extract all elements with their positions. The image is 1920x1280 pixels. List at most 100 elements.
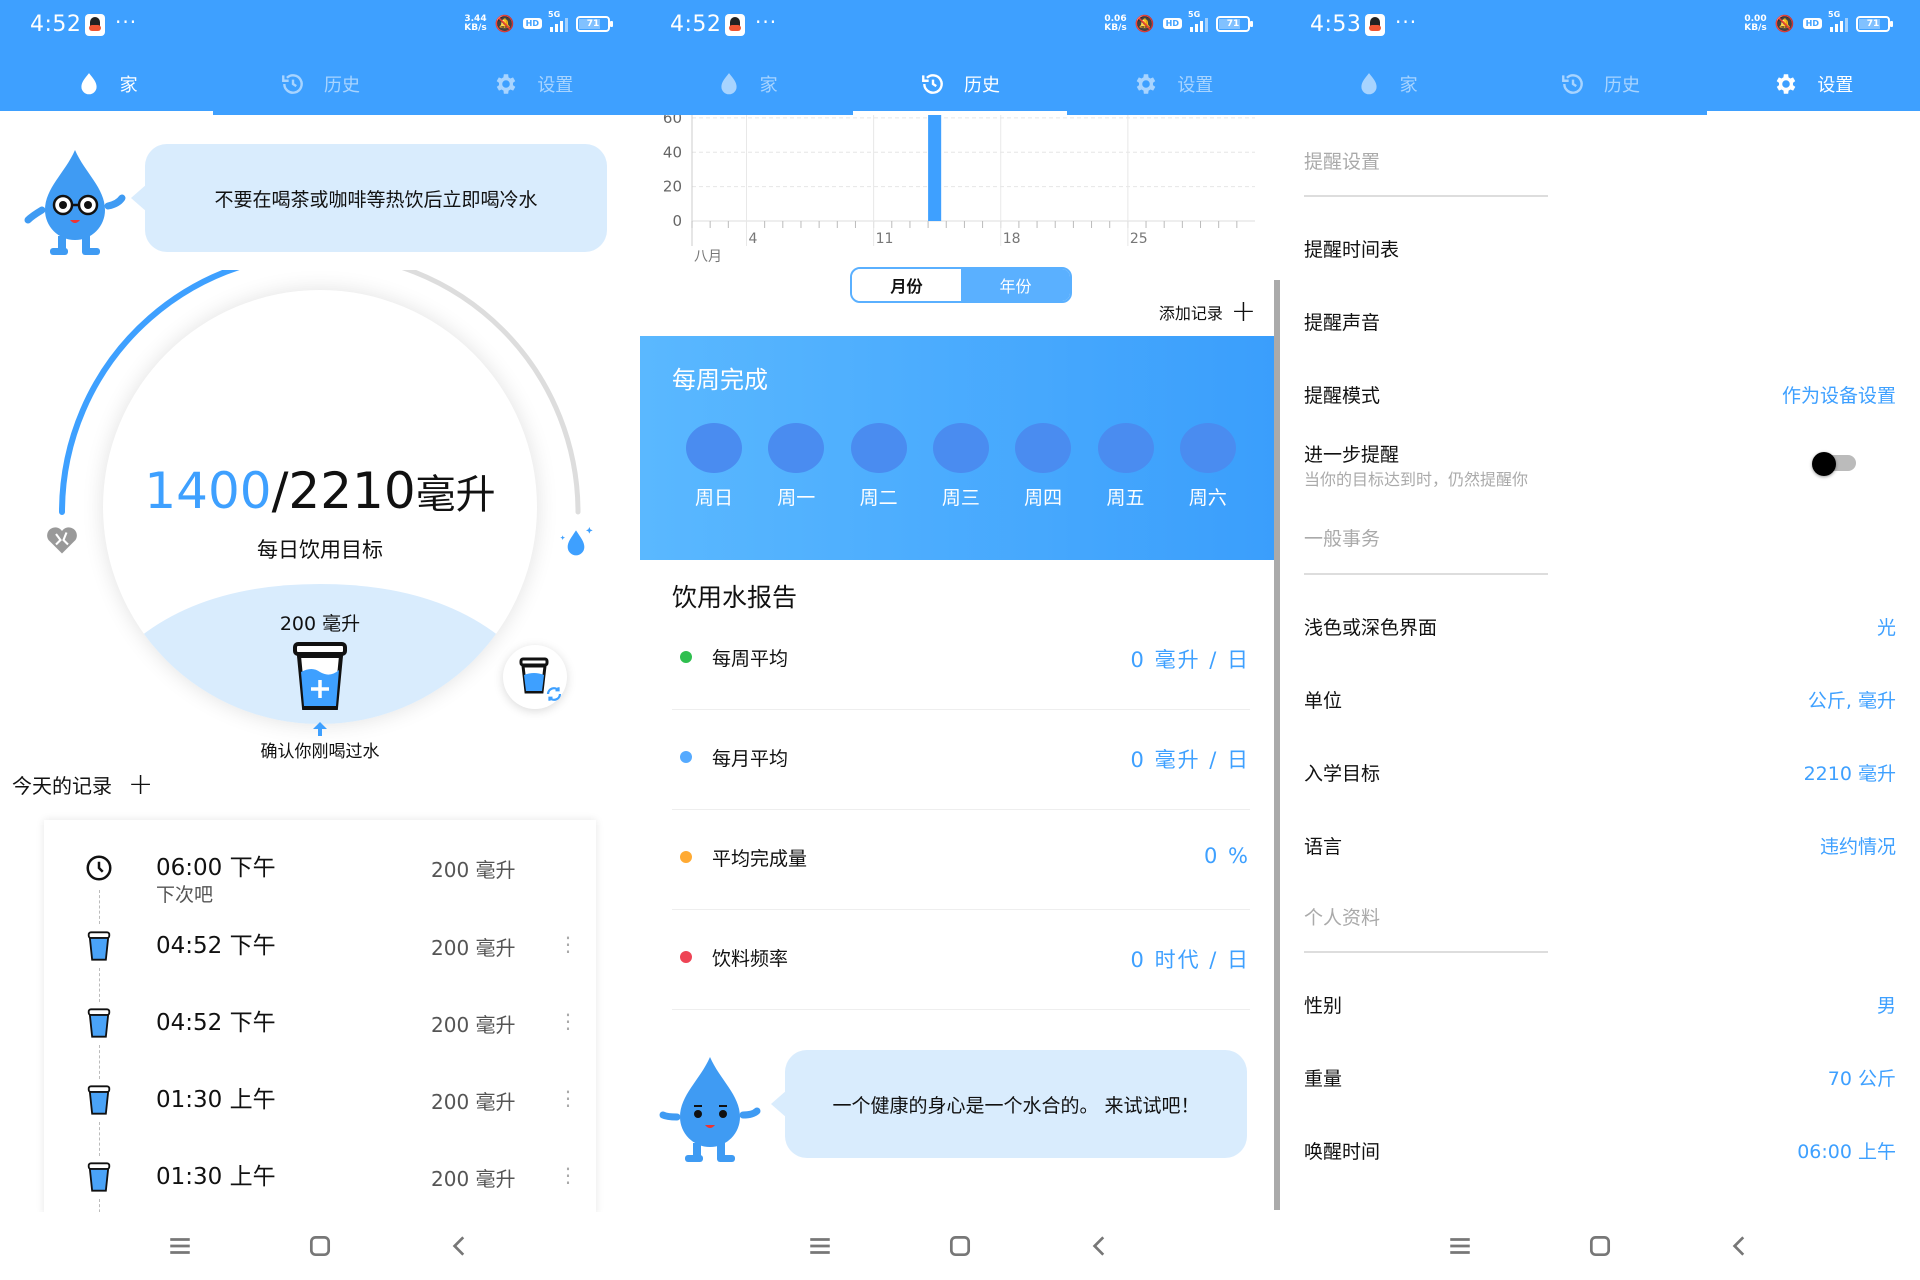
hd-icon: HD xyxy=(1802,18,1822,29)
app-bar: 4:52 ··· 0.06 KB/s 🔕 HD 5G 71 家 历史 设置 xyxy=(640,0,1280,115)
cup-amount: 200 毫升 xyxy=(279,613,361,635)
y-tick-label: 60 xyxy=(663,115,682,127)
setting-value: 作为设备设置 xyxy=(1781,385,1896,407)
back-chevron-icon xyxy=(452,1236,465,1256)
more-options-icon[interactable]: ⋮ xyxy=(558,1009,578,1033)
status-time: 4:52 xyxy=(670,12,722,37)
water-mascot-icon xyxy=(24,150,126,255)
square-icon xyxy=(949,1235,971,1257)
nav-menu-button[interactable] xyxy=(1440,1226,1480,1266)
section-divider xyxy=(1304,951,1548,953)
more-options-icon[interactable]: ⋮ xyxy=(558,932,578,956)
x-tick-label: 18 xyxy=(1003,231,1021,247)
tab-bar: 家 历史 设置 xyxy=(640,52,1280,115)
battery-icon: 71 xyxy=(576,15,613,32)
tab-home[interactable]: 家 xyxy=(0,52,214,115)
report-stat-row: 每周平均 0 毫升 / 日 xyxy=(672,610,1250,710)
tab-label: 家 xyxy=(759,74,778,96)
gear-icon xyxy=(1776,73,1796,94)
setting-value: 70 公斤 xyxy=(1827,1068,1896,1090)
report-stat-row: 饮料频率 0 时代 / 日 xyxy=(672,910,1250,1010)
tab-home[interactable]: 家 xyxy=(640,52,853,115)
back-chevron-icon xyxy=(1092,1236,1105,1256)
nav-back-button[interactable] xyxy=(1080,1226,1120,1266)
setting-theme[interactable]: 浅色或深色界面 光 xyxy=(1304,605,1896,645)
more-options-icon[interactable]: ⋮ xyxy=(558,1163,578,1187)
record-row[interactable]: 01:30 上午 200 毫升 ⋮ xyxy=(44,1070,596,1130)
tab-home[interactable]: 家 xyxy=(1280,52,1493,115)
setting-reminder-schedule[interactable]: 提醒时间表 xyxy=(1304,227,1896,267)
record-skip-link[interactable]: 下次吧 xyxy=(156,880,213,907)
add-record-icon[interactable]: + xyxy=(128,769,153,799)
record-row[interactable]: 06:00 下午 下次吧 200 毫升 xyxy=(44,838,596,906)
system-nav-bar xyxy=(0,1212,640,1280)
record-row[interactable]: 01:30 上午 200 毫升 ⋮ xyxy=(44,1147,596,1207)
intake-readout: 1400/2210毫升 xyxy=(0,462,640,520)
weekday-completion-dot xyxy=(686,423,742,473)
status-bar: 4:52 ··· 3.44 KB/s 🔕 HD 5G 71 xyxy=(0,0,640,52)
clock-icon xyxy=(86,855,112,881)
nav-menu-button[interactable] xyxy=(800,1226,840,1266)
setting-gender[interactable]: 性别 男 xyxy=(1304,983,1896,1023)
nav-home-button[interactable] xyxy=(1580,1226,1620,1266)
mute-icon: 🔕 xyxy=(1774,14,1795,33)
nav-home-button[interactable] xyxy=(940,1226,980,1266)
add-record-button[interactable]: 添加记录 + xyxy=(1159,297,1256,327)
monthly-intake-chart: 0 20 40 60 4 11 18 25 八月 xyxy=(663,115,1255,265)
setting-wake-time[interactable]: 唤醒时间 06:00 上午 xyxy=(1304,1129,1896,1169)
weekday-label: 周五 xyxy=(1106,487,1145,509)
weekday-completion-dot xyxy=(768,423,825,473)
record-row[interactable]: 04:52 下午 200 毫升 ⋮ xyxy=(44,993,596,1053)
nav-back-button[interactable] xyxy=(1720,1226,1760,1266)
weekday-completion-dot xyxy=(1015,423,1072,473)
tab-label: 设置 xyxy=(1177,74,1214,96)
tab-label: 历史 xyxy=(1603,74,1640,96)
tab-label: 历史 xyxy=(323,74,360,96)
setting-units[interactable]: 单位 公斤, 毫升 xyxy=(1304,678,1896,718)
signal-icon: 5G xyxy=(1828,10,1848,32)
report-stat-row: 每月平均 0 毫升 / 日 xyxy=(672,710,1250,810)
record-row[interactable]: 04:52 下午 200 毫升 ⋮ xyxy=(44,916,596,976)
tab-settings[interactable]: 设置 xyxy=(427,52,640,115)
setting-reminder-mode[interactable]: 提醒模式 作为设备设置 xyxy=(1304,373,1896,413)
nav-menu-button[interactable] xyxy=(160,1226,200,1266)
setting-language[interactable]: 语言 违约情况 xyxy=(1304,824,1896,864)
section-divider xyxy=(1304,195,1548,197)
app-bar: 4:53 ··· 0.00 KB/s 🔕 HD 5G 71 家 历史 设置 xyxy=(1280,0,1920,115)
bar-day-14 xyxy=(928,115,942,221)
setting-intake-goal[interactable]: 入学目标 2210 毫升 xyxy=(1304,751,1896,791)
setting-weight[interactable]: 重量 70 公斤 xyxy=(1304,1056,1896,1096)
switch-cup-button[interactable] xyxy=(503,645,567,709)
segment-month[interactable]: 月份 xyxy=(852,269,961,301)
weekday-completion-dot xyxy=(1097,423,1154,473)
y-tick-label: 0 xyxy=(672,212,682,230)
tab-label: 家 xyxy=(1399,74,1418,96)
status-indicators: 3.44 KB/s 🔕 HD 5G 71 xyxy=(464,10,613,33)
further-reminder-toggle[interactable] xyxy=(1812,452,1856,476)
square-icon xyxy=(1589,1235,1611,1257)
records-list: 06:00 下午 下次吧 200 毫升 04:52 下午 200 毫升 ⋮ 04:52 下午… xyxy=(44,820,596,1215)
setting-reminder-sound[interactable]: 提醒声音 xyxy=(1304,300,1896,340)
tab-history[interactable]: 历史 xyxy=(853,52,1067,115)
weekday-label: 周二 xyxy=(859,487,898,509)
nav-back-button[interactable] xyxy=(440,1226,480,1266)
tab-history[interactable]: 历史 xyxy=(1493,52,1706,115)
x-tick-label: 11 xyxy=(876,231,894,247)
tab-settings[interactable]: 设置 xyxy=(1067,52,1280,115)
add-drink-cup-button[interactable] xyxy=(290,640,350,712)
stat-label: 每周平均 xyxy=(712,648,789,670)
more-notifications-icon: ··· xyxy=(1395,10,1418,34)
qq-notification-icon xyxy=(1365,14,1385,36)
setting-label: 重量 xyxy=(1304,1068,1343,1090)
tab-bar: 家 历史 设置 xyxy=(0,52,640,115)
tab-label: 家 xyxy=(119,74,138,96)
nav-home-button[interactable] xyxy=(300,1226,340,1266)
gear-icon xyxy=(1136,73,1156,94)
weekday-indicator: 周三 xyxy=(932,423,989,510)
daily-goal-label: 每日饮用目标 xyxy=(257,538,383,562)
tab-settings[interactable]: 设置 xyxy=(1706,52,1920,115)
tab-history[interactable]: 历史 xyxy=(213,52,426,115)
status-bar: 4:52 ··· 0.06 KB/s 🔕 HD 5G 71 xyxy=(640,0,1280,52)
more-options-icon[interactable]: ⋮ xyxy=(558,1086,578,1110)
segment-year[interactable]: 年份 xyxy=(961,269,1070,301)
